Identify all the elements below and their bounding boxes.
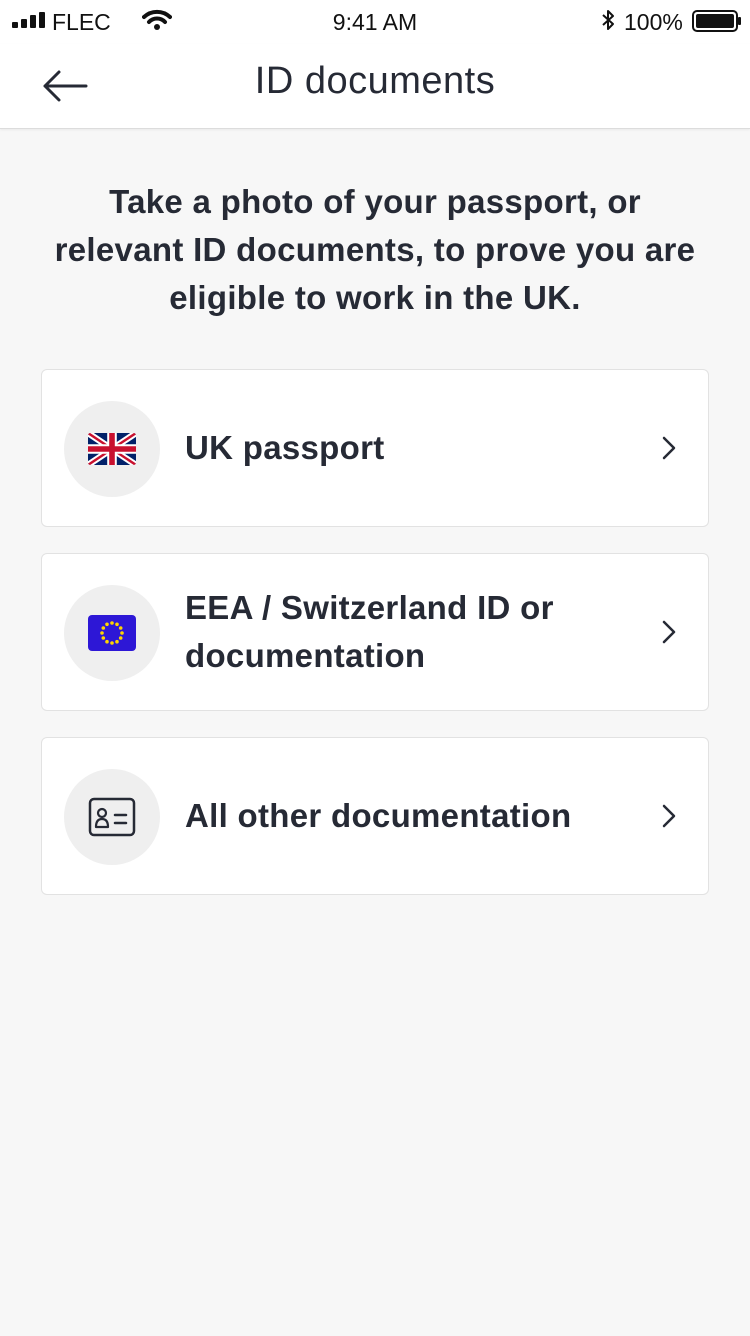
chevron-right-icon xyxy=(662,620,676,644)
battery-icon xyxy=(692,10,741,32)
eu-flag-icon xyxy=(88,615,136,651)
option-label: EEA / Switzerland ID or documentation xyxy=(185,589,554,674)
uk-flag-icon xyxy=(88,433,136,465)
header: ID documents xyxy=(0,44,750,129)
chevron-right-icon xyxy=(662,804,676,828)
other-documentation-option[interactable]: All other documentation xyxy=(41,737,709,895)
uk-passport-option[interactable]: UK passport xyxy=(41,369,709,527)
id-card-badge xyxy=(64,769,160,865)
bluetooth-icon xyxy=(602,10,614,30)
uk-flag-badge xyxy=(64,401,160,497)
intro-text: Take a photo of your passport, or releva… xyxy=(54,183,696,316)
eu-flag-badge xyxy=(64,585,160,681)
eea-switzerland-option[interactable]: EEA / Switzerland ID or documentation xyxy=(41,553,709,711)
option-label: All other documentation xyxy=(185,797,572,834)
status-bar: FLEC 9:41 AM 100% xyxy=(0,0,750,44)
chevron-right-icon xyxy=(662,436,676,460)
option-label: UK passport xyxy=(185,429,385,466)
battery-percent: 100% xyxy=(624,9,683,35)
id-card-icon xyxy=(88,797,136,837)
page-title: ID documents xyxy=(254,60,496,102)
